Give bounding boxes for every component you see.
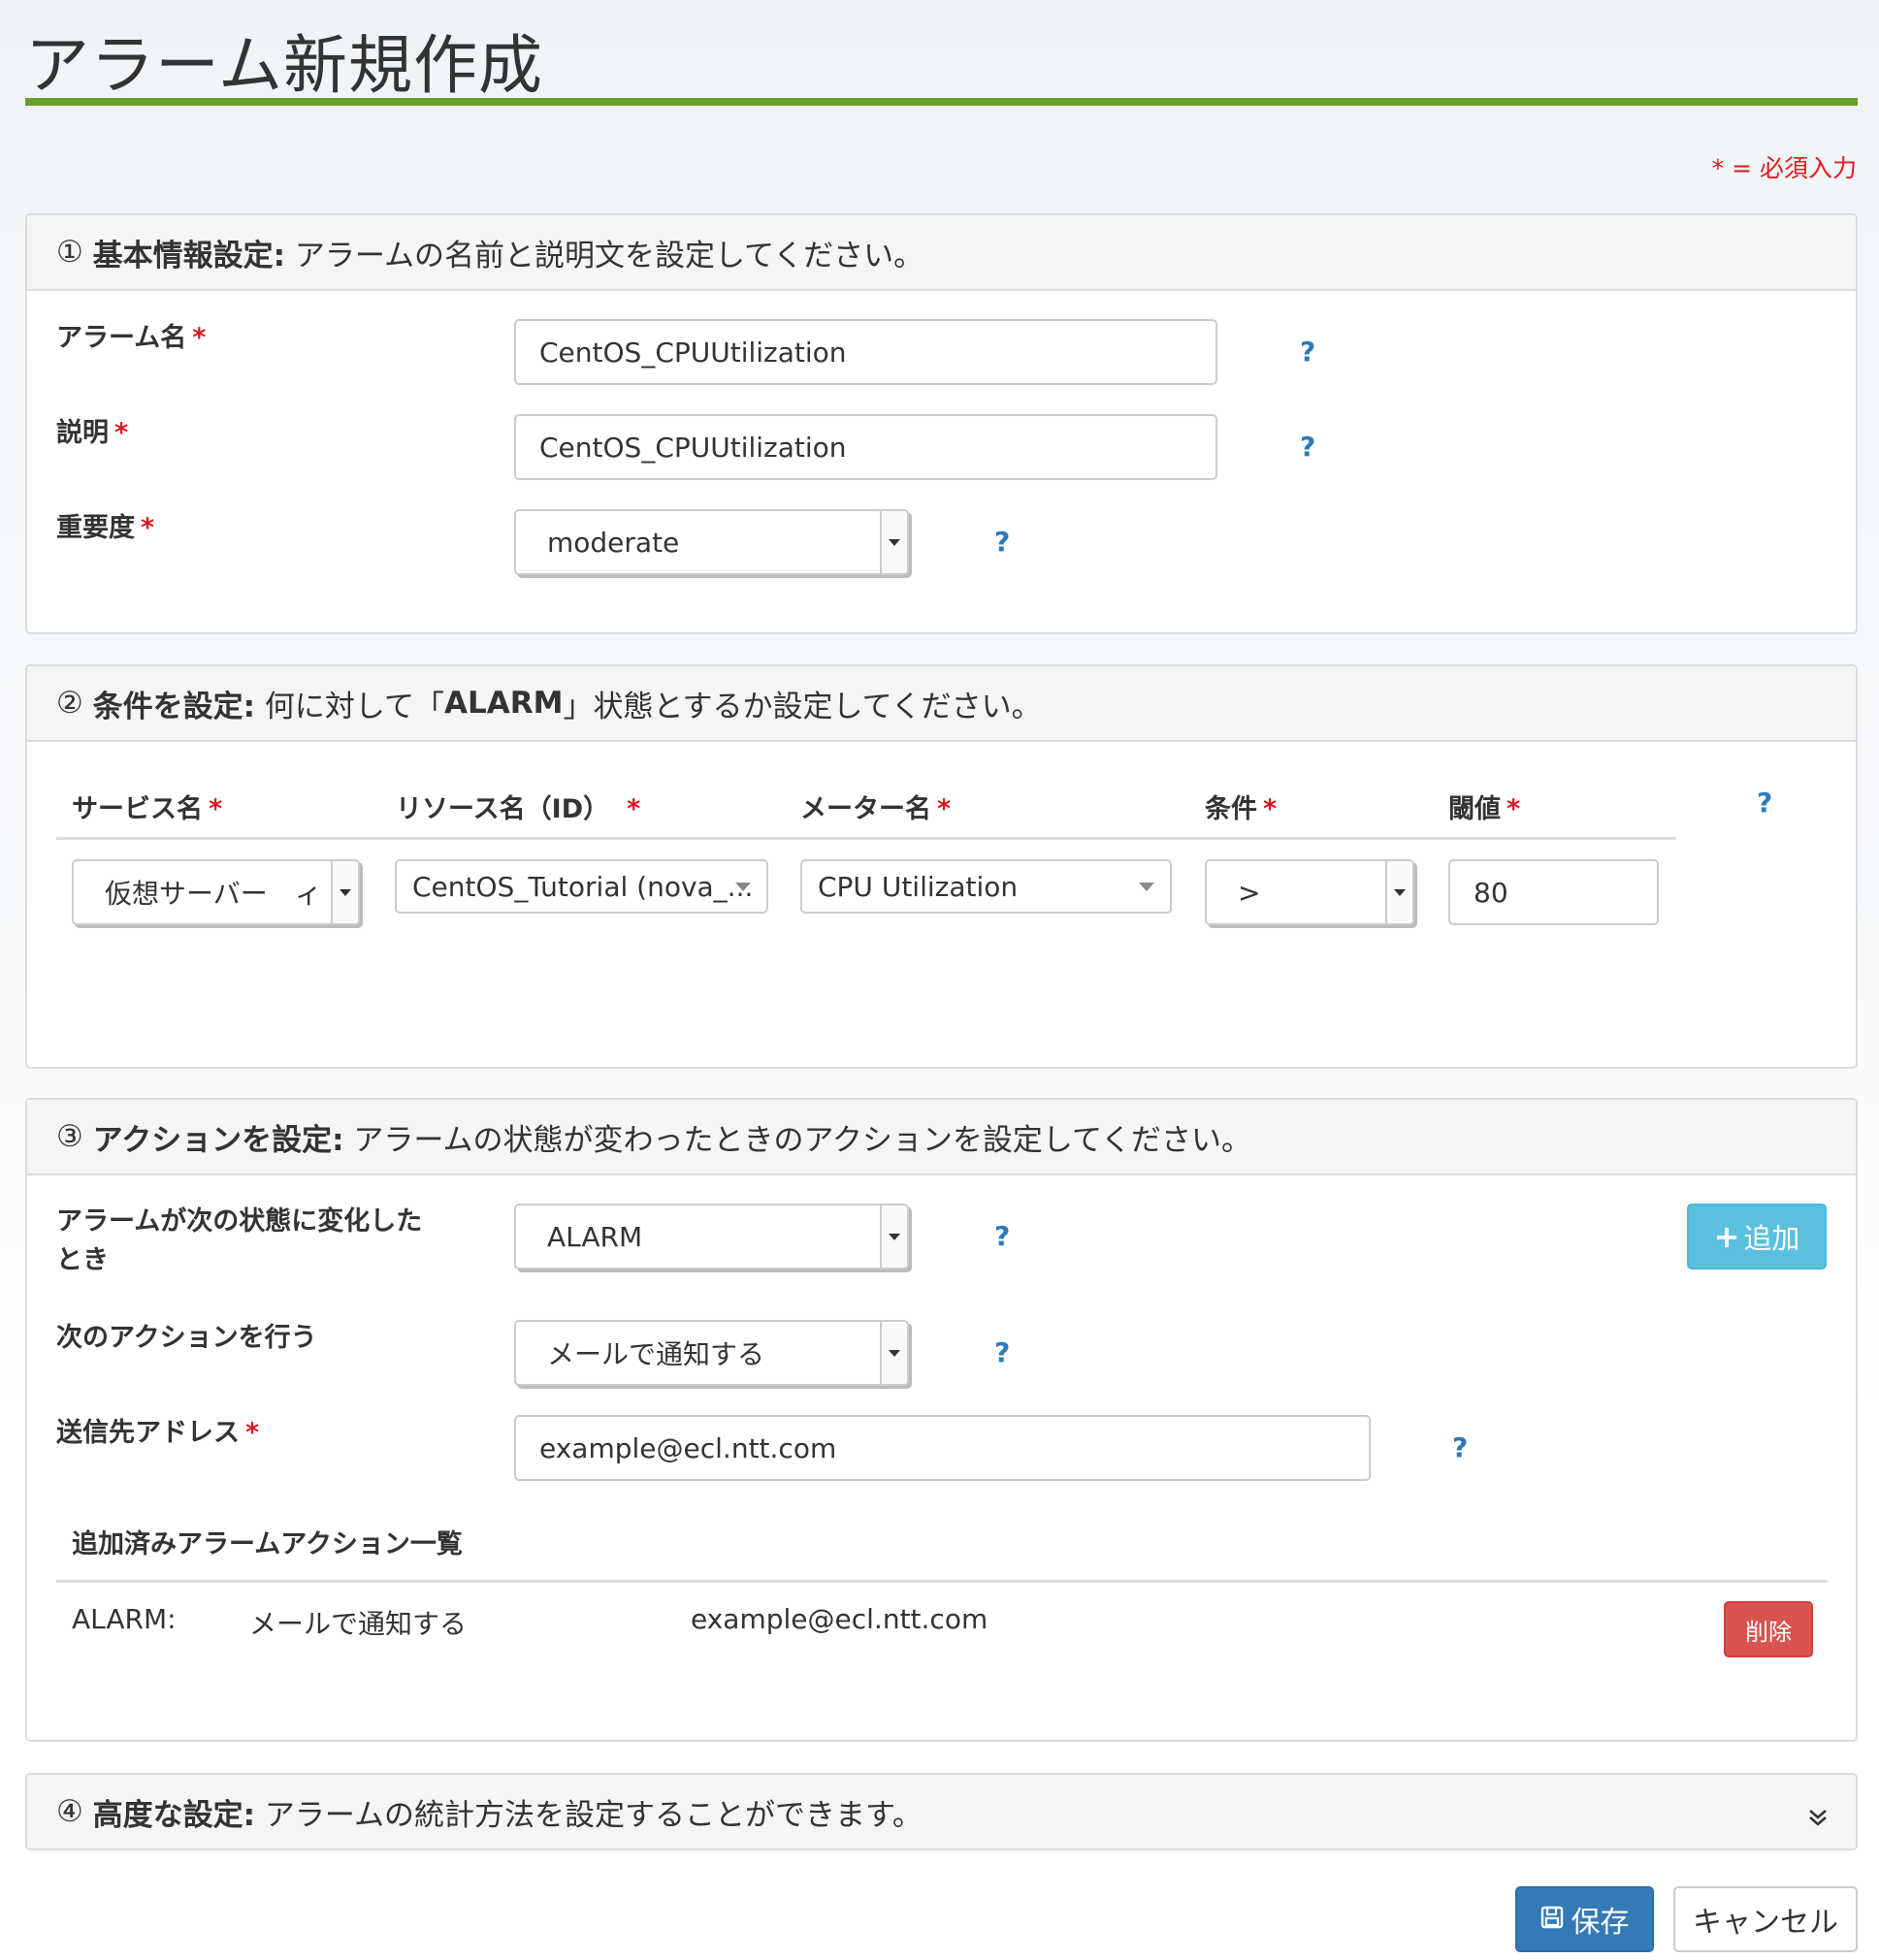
- chevron-down-icon: [880, 511, 907, 573]
- alarm-state-emphasis: ALARM: [444, 686, 564, 721]
- meter-value: CPU Utilization: [818, 870, 1019, 903]
- action-list-title: 追加済みアラームアクション一覧: [72, 1529, 463, 1559]
- threshold-input[interactable]: 80: [1448, 859, 1659, 925]
- col-service-name: サービス名 *: [72, 794, 223, 824]
- title-divider: [25, 98, 1858, 106]
- col-condition: 条件 *: [1205, 794, 1278, 824]
- cancel-button[interactable]: キャンセル: [1673, 1886, 1858, 1952]
- alarm-name-label: アラーム名 *: [56, 323, 207, 353]
- advanced-panel: ④ 高度な設定: アラームの統計方法を設定することができます。: [25, 1773, 1858, 1850]
- plus-icon: +: [1713, 1218, 1740, 1255]
- severity-value: moderate: [547, 526, 680, 559]
- chevron-down-icon: [1385, 861, 1412, 923]
- save-button[interactable]: 保存: [1515, 1886, 1654, 1952]
- section-title: 高度な設定:: [92, 1797, 256, 1833]
- required-note: * = 必須入力: [1711, 154, 1857, 182]
- state-select[interactable]: ALARM: [514, 1204, 909, 1269]
- chevron-down-icon: [880, 1205, 907, 1268]
- severity-select[interactable]: moderate: [514, 509, 909, 575]
- col-meter-name: メーター名 *: [800, 794, 952, 824]
- resource-value: CentOS_Tutorial (nova_...: [412, 870, 754, 903]
- condition-heading[interactable]: ② 条件を設定: 何に対して「 ALARM 」状態とするか設定してください。: [27, 666, 1856, 742]
- advanced-heading[interactable]: ④ 高度な設定: アラームの統計方法を設定することができます。: [27, 1775, 1856, 1848]
- chevron-down-icon: [880, 1322, 907, 1384]
- basic-info-heading[interactable]: ① 基本情報設定: アラームの名前と説明文を設定してください。: [27, 215, 1856, 291]
- section-number: ④: [56, 1794, 83, 1829]
- action-value: メールで通知する: [547, 1338, 765, 1370]
- add-button-label: 追加: [1743, 1222, 1800, 1255]
- delete-action-button[interactable]: 削除: [1724, 1601, 1813, 1657]
- save-button-label: 保存: [1571, 1906, 1630, 1940]
- address-input[interactable]: example@ecl.ntt.com: [514, 1415, 1371, 1481]
- action-heading[interactable]: ③ アクションを設定: アラームの状態が変わったときのアクションを設定してくださ…: [27, 1100, 1856, 1175]
- required-mark: *: [245, 1418, 260, 1448]
- action-row-action: メールで通知する: [249, 1608, 468, 1640]
- section-number: ①: [56, 235, 83, 270]
- section-description: アラームの名前と説明文を設定してください。: [294, 238, 924, 273]
- section-description-pre: 何に対して「: [264, 689, 444, 724]
- description-label: 説明 *: [56, 418, 129, 448]
- address-label: 送信先アドレス *: [56, 1418, 260, 1448]
- action-label: 次のアクションを行う: [56, 1323, 317, 1353]
- service-select[interactable]: 仮想サーバー ィ: [72, 859, 360, 925]
- required-mark: *: [192, 323, 207, 353]
- section-title: 基本情報設定:: [92, 238, 286, 273]
- severity-label: 重要度 *: [56, 513, 155, 543]
- col-resource-name: リソース名（ID） *: [396, 794, 641, 824]
- condition-select[interactable]: >: [1205, 859, 1414, 925]
- description-help-icon[interactable]: ?: [1300, 428, 1315, 466]
- section-number: ③: [56, 1119, 83, 1154]
- section-title: アクションを設定:: [92, 1122, 344, 1158]
- add-action-button[interactable]: + 追加: [1687, 1204, 1827, 1269]
- section-number: ②: [56, 686, 83, 721]
- service-value: 仮想サーバー ィ: [105, 878, 322, 910]
- floppy-disk-icon: [1540, 1903, 1564, 1937]
- alarm-name-input[interactable]: CentOS_CPUUtilization: [514, 319, 1217, 385]
- state-help-icon[interactable]: ?: [994, 1217, 1010, 1256]
- section-title: 条件を設定:: [92, 689, 256, 724]
- chevron-down-icon: [331, 861, 358, 923]
- alarm-name-help-icon[interactable]: ?: [1300, 333, 1315, 371]
- action-row-state: ALARM:: [72, 1603, 177, 1635]
- description-input[interactable]: CentOS_CPUUtilization: [514, 414, 1217, 480]
- page-title: アラーム新規作成: [25, 28, 544, 103]
- state-value: ALARM: [547, 1220, 643, 1253]
- state-change-label: アラームが次の状態に変化した とき: [56, 1206, 423, 1275]
- action-help-icon[interactable]: ?: [994, 1333, 1010, 1372]
- condition-value: >: [1238, 876, 1261, 909]
- required-mark: *: [141, 513, 155, 543]
- action-list-divider: [56, 1580, 1828, 1583]
- section-description: アラームの統計方法を設定することができます。: [264, 1797, 923, 1833]
- caret-down-icon: [735, 883, 751, 891]
- section-description: アラームの状態が変わったときのアクションを設定してください。: [353, 1122, 1252, 1158]
- required-mark: *: [114, 418, 129, 448]
- action-select[interactable]: メールで通知する: [514, 1320, 909, 1386]
- condition-help-icon[interactable]: ?: [1757, 784, 1772, 822]
- severity-help-icon[interactable]: ?: [994, 523, 1010, 562]
- double-chevron-down-icon[interactable]: [1807, 1800, 1829, 1835]
- condition-table-divider: [56, 837, 1676, 840]
- resource-select[interactable]: CentOS_Tutorial (nova_...: [395, 859, 768, 914]
- address-help-icon[interactable]: ?: [1452, 1429, 1468, 1467]
- section-description-post: 」状態とするか設定してください。: [563, 689, 1042, 724]
- caret-down-icon: [1139, 883, 1154, 891]
- meter-select[interactable]: CPU Utilization: [800, 859, 1172, 914]
- action-row-address: example@ecl.ntt.com: [691, 1603, 988, 1635]
- col-threshold: 閾値 *: [1448, 794, 1521, 824]
